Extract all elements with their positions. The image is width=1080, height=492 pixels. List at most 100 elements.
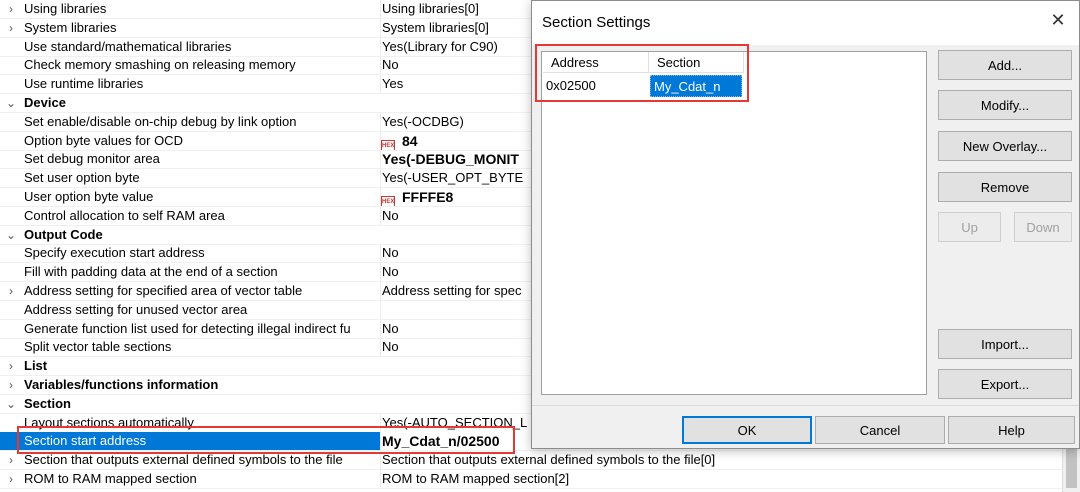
grid-property-row[interactable]: › ROM to RAM mapped section ROM to RAM map… xyxy=(0,470,1062,489)
list-item[interactable]: 0x02500 My_Cdat_n xyxy=(543,75,744,97)
property-value-text: Yes xyxy=(382,76,404,92)
property-name: Use standard/mathematical libraries xyxy=(24,38,232,54)
property-value-text: Yes(-USER_OPT_BYTE xyxy=(382,170,524,186)
hex-icon: HEX xyxy=(381,139,395,150)
property-name: List xyxy=(24,358,48,374)
chevron-right-icon[interactable]: › xyxy=(5,19,17,37)
property-value-text: No xyxy=(382,57,399,73)
list-item-section: My_Cdat_n xyxy=(650,75,742,97)
property-name: Check memory smashing on releasing memor… xyxy=(24,57,296,73)
section-settings-dialog: Section Settings ✕ Address Section 0x025… xyxy=(531,0,1080,449)
property-value-text: Using libraries[0] xyxy=(382,1,479,16)
column-header-address[interactable]: Address xyxy=(543,52,649,73)
chevron-right-icon[interactable]: › xyxy=(5,357,17,375)
property-name: Output Code xyxy=(24,226,103,242)
chevron-right-icon[interactable]: › xyxy=(5,451,17,469)
property-value-text: Yes(-DEBUG_MONIT xyxy=(382,151,519,168)
remove-button[interactable]: Remove xyxy=(938,172,1072,202)
dialog-separator xyxy=(532,405,1079,406)
property-name: Section xyxy=(24,395,71,411)
property-value-text: FFFFE8 xyxy=(402,189,454,205)
property-name: System libraries xyxy=(24,19,117,35)
property-name: Address setting for unused vector area xyxy=(24,301,248,317)
export-button[interactable]: Export... xyxy=(938,369,1072,399)
property-value[interactable]: Section that outputs external defined sy… xyxy=(380,451,1063,470)
property-value-text: No xyxy=(382,320,399,336)
property-name: Set debug monitor area xyxy=(24,151,160,167)
property-value-text: ROM to RAM mapped section[2] xyxy=(382,471,570,486)
chevron-down-icon[interactable]: ⌄ xyxy=(5,395,17,413)
property-name: Section start address xyxy=(24,433,147,449)
property-value-text: Yes(Library for C90) xyxy=(382,38,498,54)
property-name: Set user option byte xyxy=(24,170,140,186)
modify-button[interactable]: Modify... xyxy=(938,90,1072,120)
down-button[interactable]: Down xyxy=(1014,212,1072,242)
property-value-text: Yes(-AUTO_SECTION_L xyxy=(382,414,528,430)
property-name: Control allocation to self RAM area xyxy=(24,207,225,223)
property-name: Address setting for specified area of ve… xyxy=(24,283,303,298)
add-button[interactable]: Add... xyxy=(938,50,1072,80)
grid-property-row[interactable]: › Section that outputs external defined s… xyxy=(0,451,1063,471)
property-value-text: No xyxy=(382,245,399,261)
property-name: Specify execution start address xyxy=(24,245,205,261)
property-value-text: System libraries[0] xyxy=(382,19,489,35)
list-item-address: 0x02500 xyxy=(543,75,649,97)
close-icon[interactable]: ✕ xyxy=(1047,9,1069,31)
property-value-text: No xyxy=(382,264,399,280)
help-button[interactable]: Help xyxy=(948,416,1075,444)
chevron-right-icon[interactable]: › xyxy=(5,0,17,18)
property-name: Device xyxy=(24,95,66,110)
property-value-text: My_Cdat_n/02500 xyxy=(382,433,500,450)
property-value-text xyxy=(381,302,382,317)
property-name: Use runtime libraries xyxy=(24,76,144,92)
property-name: Layout sections automatically xyxy=(24,414,194,430)
property-name: Fill with padding data at the end of a s… xyxy=(24,264,278,280)
property-name: Section that outputs external defined sy… xyxy=(24,452,343,468)
section-list[interactable]: Address Section 0x02500 My_Cdat_n xyxy=(541,51,927,395)
scrollbar-thumb[interactable] xyxy=(1066,448,1077,488)
up-button[interactable]: Up xyxy=(938,212,1001,242)
column-header-section[interactable]: Section xyxy=(649,52,744,73)
property-value-text: No xyxy=(382,207,399,223)
property-value-text: Yes(-OCDBG) xyxy=(382,113,464,129)
chevron-right-icon[interactable]: › xyxy=(5,282,17,300)
property-value-text: No xyxy=(382,339,399,355)
property-name: Generate function list used for detectin… xyxy=(24,320,351,336)
hex-icon: HEX xyxy=(381,196,395,206)
dialog-title: Section Settings xyxy=(542,14,651,31)
chevron-down-icon[interactable]: ⌄ xyxy=(5,226,17,244)
property-name: User option byte value xyxy=(24,189,154,204)
property-value-text: Section that outputs external defined sy… xyxy=(382,452,716,468)
import-button[interactable]: Import... xyxy=(938,329,1072,359)
property-name: Using libraries xyxy=(24,1,107,16)
new-overlay-button[interactable]: New Overlay... xyxy=(938,131,1072,161)
property-name: ROM to RAM mapped section xyxy=(24,471,197,486)
property-name: Split vector table sections xyxy=(24,339,172,355)
property-name: Variables/functions information xyxy=(24,377,219,392)
property-value-text: Address setting for spec xyxy=(382,283,522,298)
chevron-right-icon[interactable]: › xyxy=(5,376,17,394)
cancel-button[interactable]: Cancel xyxy=(815,416,945,444)
chevron-down-icon[interactable]: ⌄ xyxy=(5,94,17,112)
property-value-text: 84 xyxy=(402,132,418,149)
property-name: Option byte values for OCD xyxy=(24,132,183,148)
property-value[interactable]: ROM to RAM mapped section[2] xyxy=(380,470,1063,488)
chevron-right-icon[interactable]: › xyxy=(5,470,17,488)
ok-button[interactable]: OK xyxy=(682,416,812,444)
property-name: Set enable/disable on-chip debug by link… xyxy=(24,113,297,129)
